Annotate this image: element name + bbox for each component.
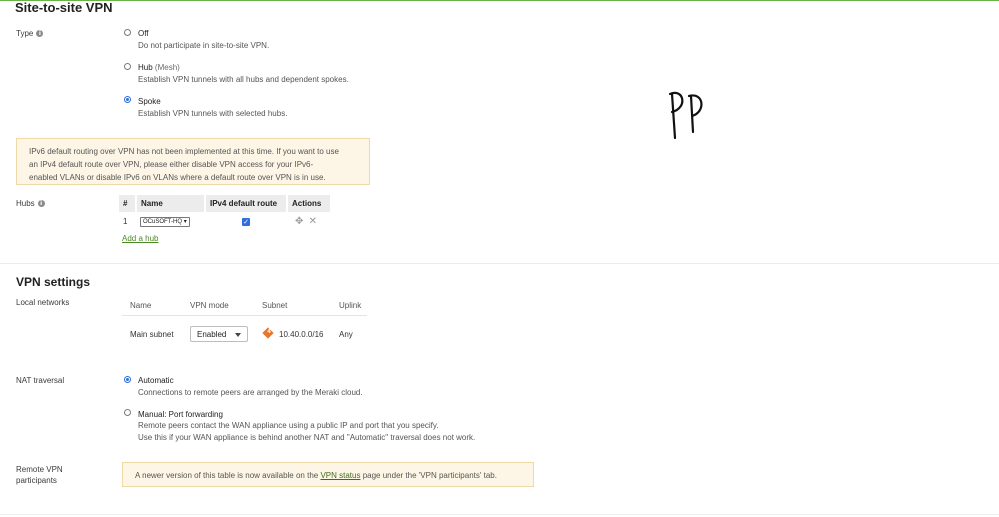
hub-ipv4-cell: ✓ (205, 212, 287, 231)
nat-automatic-title: Automatic (138, 376, 174, 385)
table-row: 1 OCuSOFT-HQ ▾ ✓ ✥ ✕ (119, 212, 331, 231)
nat-automatic-radio[interactable] (124, 376, 131, 383)
hubs-col-index: # (119, 195, 137, 212)
type-off-desc: Do not participate in site-to-site VPN. (138, 41, 270, 50)
caret-down-icon (235, 333, 241, 337)
hub-ipv4-checkbox[interactable]: ✓ (242, 218, 250, 226)
type-spoke-title: Spoke (138, 97, 161, 106)
hub-name-select[interactable]: OCuSOFT-HQ ▾ (140, 217, 190, 227)
vpn-mode-dropdown[interactable]: Enabled (190, 326, 248, 342)
remote-label-line1: Remote VPN (16, 465, 63, 474)
nat-automatic-desc: Connections to remote peers are arranged… (138, 388, 363, 397)
hub-index: 1 (123, 217, 128, 226)
ipv6-warning-line2: an IPv4 default route over VPN, please e… (29, 160, 314, 169)
section-divider (0, 263, 999, 264)
hub-actions-cell: ✥ ✕ (287, 212, 331, 231)
add-hub-link[interactable]: Add a hub (122, 234, 158, 243)
ipv4-badge-label: 4 (267, 329, 271, 335)
ipv6-warning-line3: enabled VLANs or disable IPv6 on VLANs w… (29, 173, 326, 182)
ipv6-warning-box: IPv6 default routing over VPN has not be… (16, 138, 370, 185)
type-hub-radio[interactable] (124, 63, 131, 70)
type-hub-desc: Establish VPN tunnels with all hubs and … (138, 75, 349, 84)
type-hub-title: Hub (138, 63, 153, 72)
ipv6-warning-line1: IPv6 default routing over VPN has not be… (29, 147, 339, 156)
nat-manual-radio[interactable] (124, 409, 131, 416)
type-hub-suffix: (Mesh) (154, 63, 180, 72)
nat-manual-title: Manual: Port forwarding (138, 410, 223, 419)
hubs-label-row: Hubs i (16, 199, 45, 208)
nat-manual-desc2: Use this if your WAN appliance is behind… (138, 433, 476, 442)
vpn-settings-title: VPN settings (16, 275, 91, 289)
close-icon[interactable]: ✕ (309, 216, 317, 227)
info-icon[interactable]: i (36, 30, 44, 38)
type-off-title: Off (138, 29, 149, 38)
type-off-radio[interactable] (124, 29, 131, 36)
networks-col-uplink: Uplink (339, 301, 362, 310)
type-hub-title-row: Hub (Mesh) (138, 63, 180, 72)
hubs-label: Hubs (16, 199, 35, 208)
networks-col-subnet: Subnet (262, 301, 288, 310)
network-uplink: Any (339, 330, 353, 339)
remote-notice-post: page under the 'VPN participants' tab. (362, 471, 497, 480)
vpn-status-link[interactable]: VPN status (320, 471, 360, 480)
hubs-table-header: # Name IPv4 default route Actions (119, 195, 332, 212)
network-name: Main subnet (130, 330, 174, 339)
remote-participants-label: Remote VPN participants (16, 464, 63, 486)
remote-label-line2: participants (16, 476, 57, 485)
bottom-divider (0, 514, 999, 515)
chevron-down-icon: ▾ (183, 219, 187, 225)
hubs-col-ipv4: IPv4 default route (205, 195, 288, 212)
vpn-mode-value: Enabled (197, 330, 227, 339)
networks-col-name: Name (130, 301, 152, 310)
local-networks-label: Local networks (16, 298, 70, 307)
network-subnet: 10.40.0.0/16 (279, 330, 324, 339)
info-icon[interactable]: i (37, 200, 45, 208)
top-accent-line (0, 0, 999, 1)
remote-notice-box: A newer version of this table is now ava… (122, 462, 534, 487)
type-spoke-desc: Establish VPN tunnels with selected hubs… (138, 109, 288, 118)
remote-notice-pre: A newer version of this table is now ava… (135, 471, 319, 480)
nat-label: NAT traversal (16, 376, 65, 385)
page-title: Site-to-site VPN (15, 0, 113, 15)
hub-name-value: OCuSOFT-HQ (143, 219, 183, 225)
type-label: Type (16, 29, 34, 38)
move-icon[interactable]: ✥ (295, 216, 303, 227)
hub-name-cell: OCuSOFT-HQ ▾ (136, 212, 205, 231)
type-label-row: Type i (16, 29, 44, 38)
handwritten-annotation: PP (668, 91, 703, 140)
nat-manual-desc1: Remote peers contact the WAN appliance u… (138, 421, 439, 430)
networks-header-divider (122, 315, 367, 316)
type-spoke-radio[interactable] (124, 96, 131, 103)
hubs-table: # Name IPv4 default route Actions 1 OCuS… (119, 195, 332, 231)
hubs-col-name: Name (136, 195, 206, 212)
networks-col-vpn-mode: VPN mode (190, 301, 229, 310)
hubs-col-actions: Actions (287, 195, 332, 212)
